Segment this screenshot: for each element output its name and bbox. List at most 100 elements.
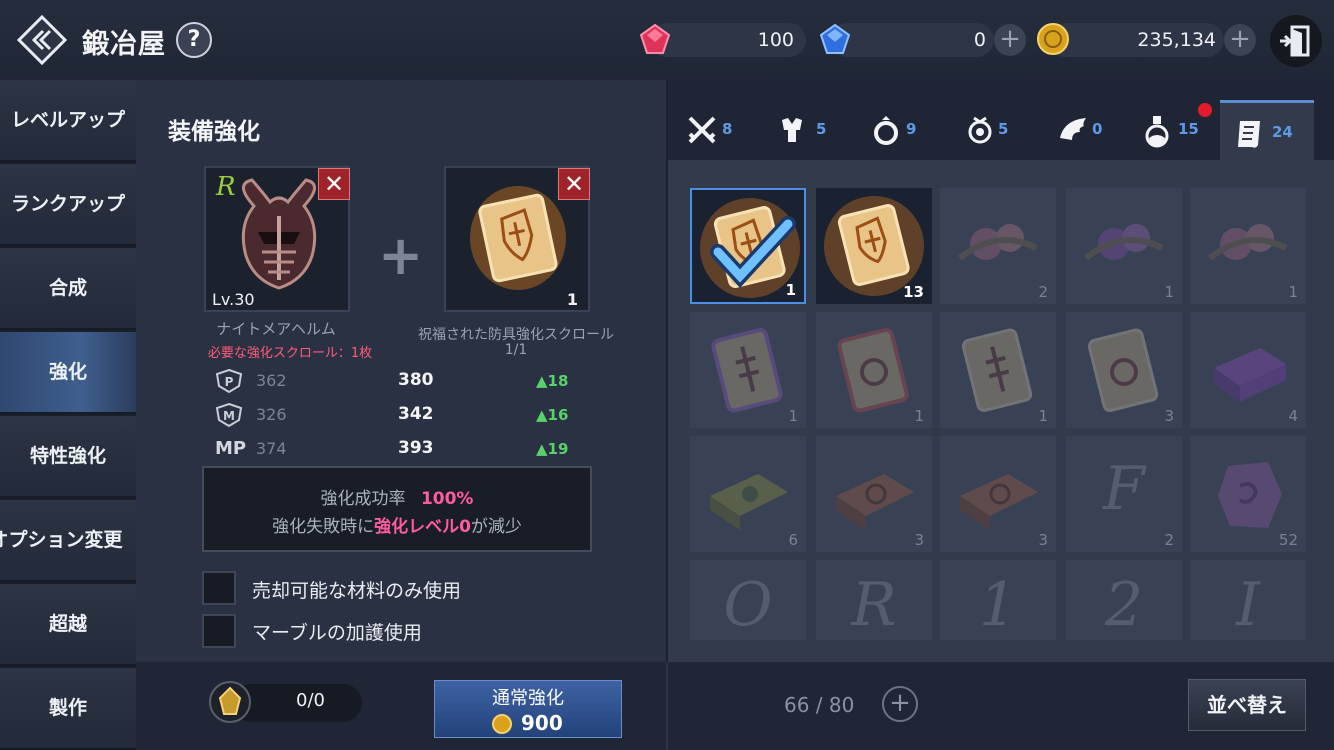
ring-icon [874,116,898,145]
blue-gem-display: 0 [830,23,994,57]
inventory-slot[interactable]: F2 [1066,436,1182,552]
sidebar-item-craft[interactable]: 製作 [0,668,136,750]
enhance-info-box: 強化成功率 100% 強化失敗時に強化レベル0が減少 [202,466,592,552]
tab-scroll[interactable]: 24 [1220,100,1314,160]
marble-protection-checkbox[interactable] [202,614,236,648]
slot-quantity: 1 [788,407,798,425]
exit-button[interactable] [1270,15,1322,67]
tab-scroll-count: 24 [1272,123,1293,141]
inventory-slot[interactable]: R [816,560,932,640]
blue-gem-add-button[interactable]: + [994,24,1026,56]
inventory-slot[interactable]: 52 [1190,436,1306,552]
tab-weapon[interactable]: 8 [682,100,762,160]
letter-rune-icon: O [723,570,773,640]
letter-rune-icon: R [851,570,897,640]
scroll-icon [1238,121,1260,148]
bottom-divider [666,662,668,750]
stat-mdef-diff: ▲16 [536,406,569,424]
slot-quantity: 52 [1278,531,1298,549]
sidebar-item-synthesis[interactable]: 合成 [0,248,136,330]
new-item-badge [1198,103,1212,117]
inventory-slot[interactable]: 1 [816,312,932,428]
wing-icon [1060,118,1086,140]
stat-mp-label: MP [215,438,247,459]
enhance-stone-icon [209,681,251,723]
inventory-slot[interactable]: 2 [940,188,1056,304]
inventory-slot[interactable]: 1 [690,312,806,428]
inventory-slot[interactable]: 1 [940,312,1056,428]
inventory-slot[interactable]: 6 [690,436,806,552]
slot-quantity: 13 [903,283,924,301]
letter-rune-icon: I [1236,570,1260,640]
tab-armor[interactable]: 5 [772,100,852,160]
section-title: 装備強化 [168,119,260,145]
inventory-slot[interactable]: 3 [940,436,1056,552]
tab-weapon-count: 8 [722,120,733,138]
slot-quantity: 1 [785,281,796,299]
slot-quantity: 3 [1164,407,1174,425]
sidebar: レベルアップ ランクアップ 合成 強化 特性強化 オプション変更 超越 製作 [0,80,136,750]
remove-material-button[interactable]: ✕ [558,168,590,200]
sidebar-item-enhance[interactable]: 強化 [0,332,136,414]
sidebar-item-trait-enhance[interactable]: 特性強化 [0,416,136,498]
gold-coin-icon [1037,23,1069,55]
back-button[interactable] [16,14,68,66]
expand-inventory-button[interactable]: + [882,686,918,722]
sort-button[interactable]: 並べ替え [1188,679,1306,731]
stat-pdef-old: 362 [256,371,287,390]
sidebar-item-transcend[interactable]: 超越 [0,584,136,666]
inventory-slot[interactable]: 3 [1066,312,1182,428]
success-rate-value: 100% [420,489,474,509]
magic-defense-icon: M [215,402,243,428]
tab-amulet-count: 5 [998,120,1009,138]
material-ratio: 1/1 [504,342,528,358]
tab-ring[interactable]: 9 [864,100,944,160]
normal-enhance-button[interactable]: 通常強化 900 [434,680,622,738]
inventory-slot[interactable]: O [690,560,806,640]
stone-count: 0/0 [296,690,325,711]
inventory-slot[interactable]: 13 [816,188,932,304]
potion-icon [1145,116,1169,148]
gold-add-button[interactable]: + [1224,24,1256,56]
page-title: 鍛冶屋 [82,29,166,60]
inventory-slot[interactable]: 4 [1190,312,1306,428]
red-gem-value: 100 [757,29,794,51]
normal-enhance-label: 通常強化 [492,688,564,709]
gold-scroll-icon [470,186,566,290]
sidebar-item-option-change[interactable]: オプション変更 [0,500,136,582]
fail-prefix: 強化失敗時に [272,517,375,537]
inventory-slot[interactable]: 1 [690,188,806,304]
sellable-only-label: 売却可能な材料のみ使用 [252,580,462,602]
svg-text:M: M [223,409,235,423]
inventory-slot[interactable]: 1 [940,560,1056,640]
inventory-slot[interactable]: 1 [1066,188,1182,304]
slot-quantity: 1 [914,407,924,425]
letter-rune-icon: 1 [978,570,1018,640]
svg-text:P: P [225,375,234,389]
fail-penalty-line: 強化失敗時に強化レベル0が減少 [204,512,590,537]
gold-value: 235,134 [1137,29,1216,51]
armor-icon [782,118,802,142]
tab-wing[interactable]: 0 [1052,100,1132,160]
slot-quantity: 3 [914,531,924,549]
slot-quantity: 1 [1038,407,1048,425]
remove-equipment-button[interactable]: ✕ [318,168,350,200]
sellable-only-checkbox[interactable] [202,571,236,605]
blue-gem-value: 0 [973,29,986,51]
slot-quantity: 2 [1164,531,1174,549]
stat-mp-new: 393 [398,438,434,458]
sidebar-item-levelup[interactable]: レベルアップ [0,80,136,162]
sidebar-item-rankup[interactable]: ランクアップ [0,164,136,246]
help-button[interactable]: ? [176,22,212,58]
fail-suffix: が減少 [470,517,522,537]
amulet-icon [968,116,992,144]
inventory-slot[interactable]: 1 [1190,188,1306,304]
marble-protection-label: マーブルの加護使用 [252,622,422,644]
stat-mp-diff: ▲19 [536,440,569,458]
tab-amulet[interactable]: 5 [958,100,1038,160]
inventory-slot[interactable]: 2 [1066,560,1182,640]
slot-quantity: 3 [1038,531,1048,549]
inventory-slot[interactable]: I [1190,560,1306,640]
inventory-slot[interactable]: 3 [816,436,932,552]
stat-mdef-old: 326 [256,405,287,424]
